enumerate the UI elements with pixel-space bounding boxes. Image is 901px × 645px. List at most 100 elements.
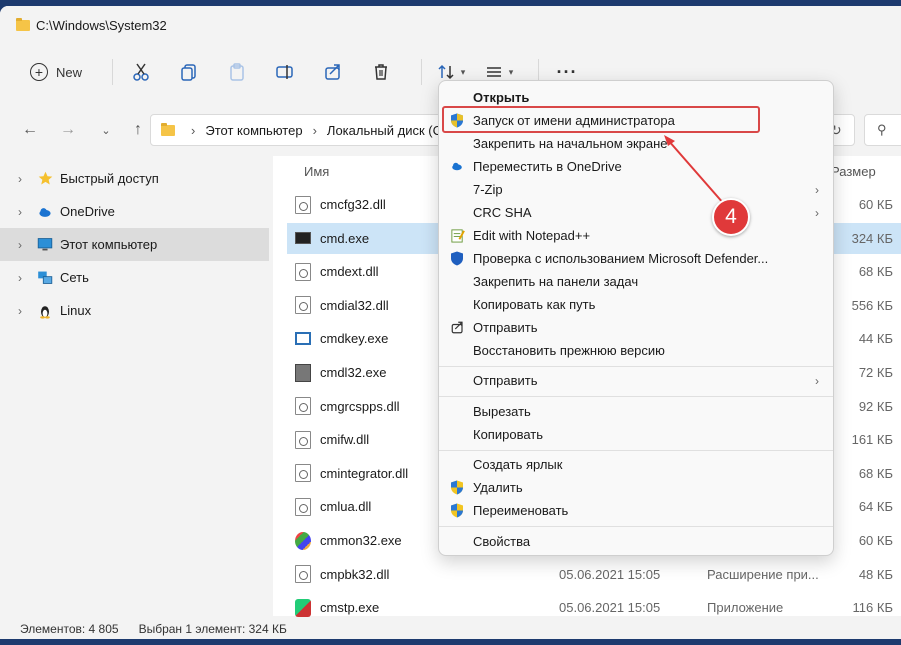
file-size: 556 КБ [851,297,893,313]
menu-item-cut[interactable]: Вырезать [445,400,829,423]
chevron-right-icon: › [815,373,819,388]
breadcrumb-chevron-icon: › [191,122,196,138]
paste-button[interactable] [219,55,255,89]
sidebar-item-network[interactable]: › Сеть [0,261,272,294]
chevron-right-icon[interactable]: › [18,172,32,186]
file-name: cmdial32.dll [320,297,389,313]
sidebar-item-onedrive[interactable]: › OneDrive [0,195,272,228]
menu-item-pin-to-taskbar[interactable]: Закрепить на панели задач [445,270,829,293]
file-type: Приложение [707,600,784,616]
dll-file-icon [295,464,311,483]
menu-item-pin-to-start[interactable]: Закрепить на начальном экране [445,132,829,155]
exe-file-icon [295,332,311,346]
cloud-icon [36,203,54,221]
menu-item-label: 7-Zip [473,182,503,197]
file-size: 60 КБ [858,197,893,212]
notepad-icon [449,227,465,243]
paste-icon [226,61,248,83]
copy-icon [178,61,200,83]
file-date: 05.06.2021 15:05 [559,566,661,582]
menu-item-label: Отправить [473,320,538,335]
file-size: 68 КБ [858,264,893,280]
chevron-down-icon: ▾ [460,66,466,77]
menu-item-rename[interactable]: Переименовать [445,499,829,522]
chevron-right-icon[interactable]: › [18,271,32,285]
context-menu: Открыть Запуск от имени администратора З… [438,80,834,556]
file-size: 161 КБ [851,432,893,448]
file-size: 64 КБ [858,499,893,515]
chevron-right-icon[interactable]: › [18,205,32,219]
menu-item-label: Удалить [473,480,523,495]
sidebar-item-linux[interactable]: › Linux [0,294,272,327]
menu-item-crc-sha[interactable]: CRC SHA › [445,201,829,224]
cloud-icon [449,158,465,174]
breadcrumb-this-pc[interactable]: Этот компьютер [205,123,302,138]
recent-locations-button[interactable]: ⌄ [94,124,118,137]
chevron-right-icon[interactable]: › [18,304,32,318]
menu-item-defender-scan[interactable]: Проверка с использованием Microsoft Defe… [445,247,829,270]
chevron-right-icon[interactable]: › [18,238,32,252]
window-title: C:\Windows\System32 [36,17,167,33]
annotation-highlight [442,106,760,133]
delete-button[interactable] [363,55,399,89]
table-row[interactable]: cmpbk32.dll 05.06.2021 15:05 Расширение пр… [287,559,901,590]
file-name: cmgrcspps.dll [320,398,400,414]
file-size: 72 КБ [858,365,893,380]
dll-file-icon [295,497,311,516]
menu-item-label: Edit with Notepad++ [473,228,591,243]
folder-icon [161,122,175,136]
sidebar-item-label: Быстрый доступ [60,171,159,186]
file-name: cmpbk32.dll [320,566,390,582]
exe-file-icon [295,363,311,382]
status-bar: Элементов: 4 805 Выбран 1 элемент: 324 К… [0,618,901,639]
menu-item-label: Копировать как путь [473,297,596,312]
column-header-name[interactable]: Имя [304,164,329,184]
file-date: 05.06.2021 15:05 [559,600,661,616]
file-name: cmdkey.exe [320,331,389,347]
menu-item-properties[interactable]: Свойства [445,530,829,553]
file-size: 48 КБ [858,566,893,582]
copy-button[interactable] [171,55,207,89]
title-bar: C:\Windows\System32 [0,6,901,44]
breadcrumb-local-disk[interactable]: Локальный диск (C:) [327,123,450,138]
menu-item-send-to[interactable]: Отправить › [445,369,829,392]
menu-item-move-to-onedrive[interactable]: Переместить в OneDrive [445,155,829,178]
share-button[interactable] [315,55,351,89]
new-button[interactable]: + New [22,55,90,89]
menu-item-label: Переименовать [473,503,569,518]
cut-button[interactable] [123,55,159,89]
forward-button[interactable]: → [56,121,80,139]
penguin-icon [36,302,54,320]
defender-icon [449,250,465,266]
menu-item-create-shortcut[interactable]: Создать ярлык [445,453,829,476]
menu-item-copy-as-path[interactable]: Копировать как путь [445,293,829,316]
rename-button[interactable] [267,55,303,89]
menu-item-label: Вырезать [473,404,531,419]
dll-file-icon [295,565,311,584]
file-size: 92 КБ [858,398,893,414]
navigation-pane: › Быстрый доступ › OneDrive › Этот компь… [0,156,272,616]
file-size: 116 КБ [852,600,893,616]
search-input[interactable]: ⚲ [864,114,901,146]
sidebar-item-quick-access[interactable]: › Быстрый доступ [0,162,272,195]
up-button[interactable]: ↑ [126,121,150,139]
share-icon [322,61,344,83]
file-type: Расширение при... [707,566,819,582]
menu-item-edit-notepadpp[interactable]: Edit with Notepad++ [445,224,829,247]
chevron-right-icon: › [815,205,819,220]
menu-item-restore-previous[interactable]: Восстановить прежнюю версию [445,339,829,362]
rename-icon [274,61,296,83]
menu-item-label: Открыть [473,90,530,105]
network-icon [36,269,54,287]
column-header-size[interactable]: Размер [831,164,876,184]
file-size: 60 КБ [858,533,893,548]
menu-item-7zip[interactable]: 7-Zip › [445,178,829,201]
menu-item-delete[interactable]: Удалить [445,476,829,499]
back-button[interactable]: ← [18,121,42,139]
menu-item-share[interactable]: Отправить [445,316,829,339]
annotation-step-badge: 4 [712,198,750,236]
sidebar-item-this-pc[interactable]: › Этот компьютер [0,228,269,261]
breadcrumb-chevron-icon: › [312,122,317,138]
menu-item-copy[interactable]: Копировать [445,423,829,446]
menu-item-label: CRC SHA [473,205,532,220]
